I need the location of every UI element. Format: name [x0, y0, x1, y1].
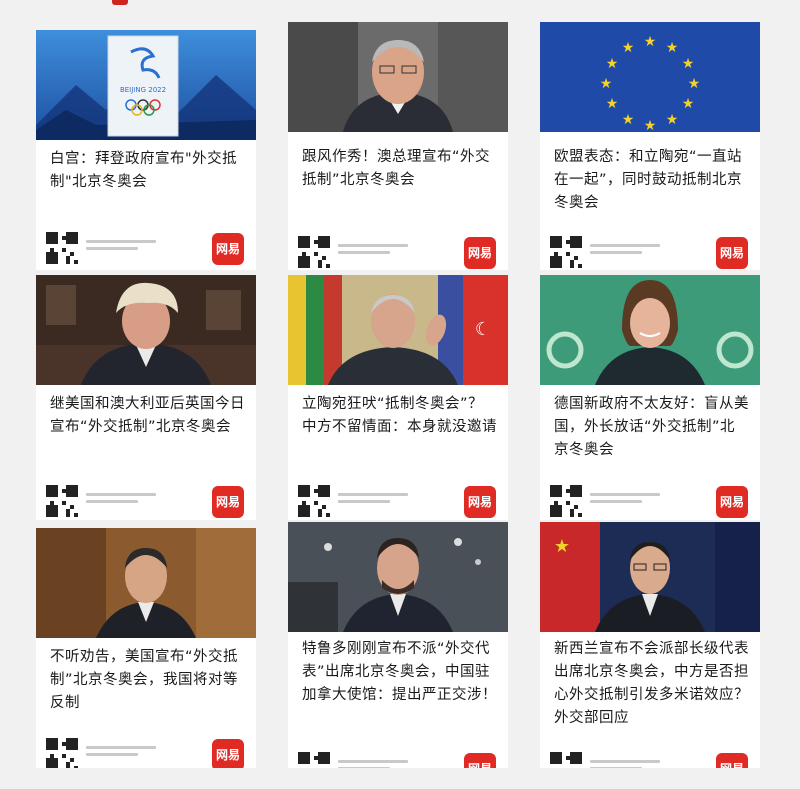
chinese-spokesperson-photo: ★: [540, 522, 760, 632]
svg-text:★: ★: [622, 112, 635, 128]
card-footer: 网易: [550, 236, 750, 270]
australian-pm-photo: [288, 22, 508, 132]
eu-flag-photo: ★ ★ ★ ★ ★ ★ ★ ★ ★ ★ ★ ★: [540, 22, 760, 132]
svg-text:★: ★: [682, 96, 695, 112]
caption-placeholder: [338, 760, 408, 768]
card-footer: 网易: [46, 232, 246, 266]
caption-placeholder: [590, 493, 660, 507]
caption-placeholder: [338, 244, 408, 258]
svg-text:★: ★: [688, 76, 701, 92]
card-footer: 网易: [46, 485, 246, 519]
svg-text:★: ★: [622, 40, 635, 56]
card-footer: 网易: [46, 738, 246, 768]
netease-app-icon[interactable]: 网易: [212, 486, 244, 518]
qr-code-icon: [550, 236, 582, 268]
netease-app-icon[interactable]: 网易: [464, 237, 496, 269]
svg-text:★: ★: [606, 56, 619, 72]
netease-app-icon[interactable]: 网易: [212, 739, 244, 768]
netease-app-icon[interactable]: 网易: [716, 753, 748, 768]
card-footer: 网易: [550, 752, 750, 768]
news-headline: 白宫：拜登政府宣布"外交抵制"北京冬奥会: [50, 151, 238, 190]
german-foreign-minister-photo: [540, 275, 760, 385]
news-headline: 欧盟表态：和立陶宛“一直站在一起”，同时鼓动抵制北京冬奥会: [554, 149, 743, 211]
news-card[interactable]: ★ ★ ★ ★ ★ ★ ★ ★ ★ ★ ★ ★ 欧盟表态：和立陶宛“一直站在一起”，同时鼓动抵制…: [540, 22, 760, 270]
svg-text:★: ★: [554, 536, 570, 557]
card-footer: 网易: [550, 485, 750, 519]
japanese-pm-photo: [36, 528, 256, 638]
news-card[interactable]: 继美国和澳大利亚后英国今日宣布“外交抵制”北京冬奥会 网易: [36, 275, 256, 520]
news-card-grid: BEIJING 2022 白宫：拜登政府宣布"外交抵制"北京冬奥会 网易 跟风作…: [0, 0, 800, 789]
news-headline: 新西兰宣布不会派部长级代表出席北京冬奥会，中方是否担心外交抵制引发多米诺效应？外…: [554, 641, 749, 726]
qr-code-icon: [46, 232, 78, 264]
news-headline: 德国新政府不太友好：盲从美国，外长放话“外交抵制”北京冬奥会: [554, 396, 749, 458]
svg-text:BEIJING 2022: BEIJING 2022: [120, 86, 166, 94]
caption-placeholder: [590, 760, 660, 768]
svg-text:★: ★: [666, 112, 679, 128]
news-card[interactable]: BEIJING 2022 白宫：拜登政府宣布"外交抵制"北京冬奥会 网易: [36, 30, 256, 270]
qr-code-icon: [550, 485, 582, 517]
news-card[interactable]: ★ 新西兰宣布不会派部长级代表出席北京冬奥会，中方是否担心外交抵制引发多米诺效应…: [540, 522, 760, 768]
card-footer: 网易: [298, 485, 498, 519]
netease-app-icon[interactable]: 网易: [464, 753, 496, 768]
svg-text:★: ★: [644, 34, 657, 50]
card-footer: 网易: [298, 236, 498, 270]
news-headline: 不听劝告，美国宣布“外交抵制”北京冬奥会，我国将对等反制: [50, 649, 239, 711]
card-footer: 网易: [298, 752, 498, 768]
caption-placeholder: [86, 240, 156, 254]
caption-placeholder: [86, 746, 156, 760]
svg-text:★: ★: [644, 118, 657, 132]
netease-app-icon[interactable]: 网易: [716, 237, 748, 269]
caption-placeholder: [86, 493, 156, 507]
news-headline: 跟风作秀！澳总理宣布“外交抵制”北京冬奥会: [302, 149, 491, 188]
beijing-2022-banner-photo: BEIJING 2022: [36, 30, 256, 140]
svg-text:★: ★: [682, 56, 695, 72]
canadian-pm-photo: [288, 522, 508, 632]
qr-code-icon: [46, 485, 78, 517]
netease-app-icon[interactable]: 网易: [464, 486, 496, 518]
uk-pm-photo: [36, 275, 256, 385]
svg-text:★: ★: [606, 96, 619, 112]
qr-code-icon: [298, 752, 330, 768]
netease-app-icon[interactable]: 网易: [716, 486, 748, 518]
caption-placeholder: [590, 244, 660, 258]
news-card[interactable]: 不听劝告，美国宣布“外交抵制”北京冬奥会，我国将对等反制 网易: [36, 528, 256, 768]
svg-text:☾: ☾: [475, 319, 491, 340]
news-card[interactable]: 特鲁多刚刚宣布不派“外交代表”出席北京冬奥会，中国驻加拿大使馆：提出严正交涉！ …: [288, 522, 508, 768]
svg-text:★: ★: [600, 76, 613, 92]
qr-code-icon: [550, 752, 582, 768]
netease-app-icon[interactable]: 网易: [212, 233, 244, 265]
news-headline: 立陶宛狂吠“抵制冬奥会”？中方不留情面：本身就没邀请: [302, 396, 497, 435]
news-headline: 继美国和澳大利亚后英国今日宣布“外交抵制”北京冬奥会: [50, 396, 245, 435]
qr-code-icon: [46, 738, 78, 768]
news-card[interactable]: 德国新政府不太友好：盲从美国，外长放话“外交抵制”北京冬奥会 网易: [540, 275, 760, 520]
svg-text:★: ★: [666, 40, 679, 56]
news-card[interactable]: 跟风作秀！澳总理宣布“外交抵制”北京冬奥会 网易: [288, 22, 508, 270]
news-card[interactable]: ☾ 立陶宛狂吠“抵制冬奥会”？中方不留情面：本身就没邀请 网易: [288, 275, 508, 520]
qr-code-icon: [298, 236, 330, 268]
qr-code-icon: [298, 485, 330, 517]
caption-placeholder: [338, 493, 408, 507]
news-headline: 特鲁多刚刚宣布不派“外交代表”出席北京冬奥会，中国驻加拿大使馆：提出严正交涉！: [302, 641, 497, 703]
lithuanian-president-photo: ☾: [288, 275, 508, 385]
